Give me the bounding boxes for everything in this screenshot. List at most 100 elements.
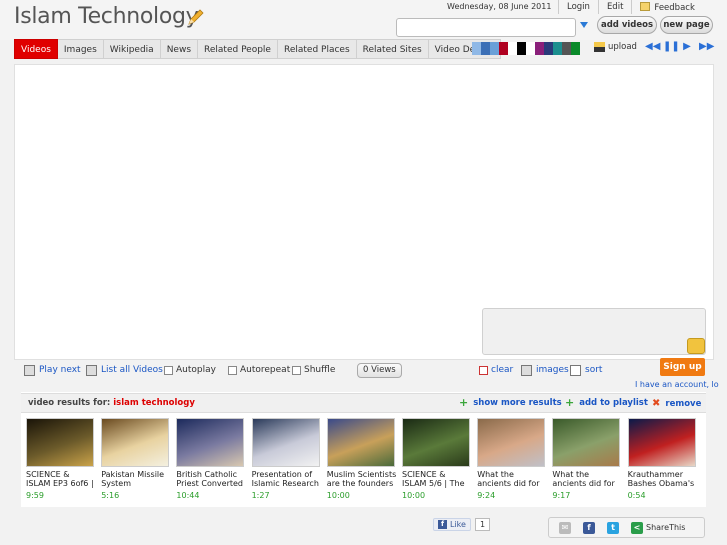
- sort-icon: [570, 364, 581, 376]
- video-title[interactable]: Krauthammer Bashes Obama's: [628, 470, 698, 488]
- tab-videos[interactable]: Videos: [14, 39, 58, 59]
- video-thumbnail[interactable]: [477, 418, 546, 467]
- video-result-item[interactable]: British Catholic Priest Converted 10:44: [176, 418, 246, 500]
- theme-swatch[interactable]: [499, 42, 508, 55]
- video-result-item[interactable]: What the ancients did for 9:24: [477, 418, 547, 500]
- video-thumbnail[interactable]: [101, 418, 170, 467]
- results-label: video results for:: [28, 398, 111, 408]
- video-result-item[interactable]: Pakistan Missile System 5:16: [101, 418, 171, 500]
- video-duration: 9:59: [26, 491, 44, 500]
- video-thumbnail[interactable]: [402, 418, 470, 467]
- theme-swatch[interactable]: [490, 42, 499, 55]
- like-button[interactable]: f Like: [433, 517, 471, 531]
- video-result-item[interactable]: SCIENCE & ISLAM 5/6 | The 10:00: [402, 418, 472, 500]
- rewind-icon[interactable]: ◀◀: [645, 41, 660, 53]
- sharethis-button[interactable]: < ShareThis: [631, 521, 685, 534]
- plus-icon: +: [565, 396, 575, 409]
- theme-swatch[interactable]: [553, 42, 562, 55]
- autorepeat-option[interactable]: Autorepeat: [228, 362, 290, 378]
- video-duration: 9:17: [552, 491, 571, 500]
- video-result-item[interactable]: Krauthammer Bashes Obama's 0:54: [627, 418, 698, 500]
- page: Islam Technology Wednesday, 08 June 2011…: [0, 0, 727, 545]
- video-result-item[interactable]: What the ancients did for 9:17: [552, 418, 622, 500]
- play-icon[interactable]: ▶: [681, 41, 693, 53]
- shuffle-checkbox[interactable]: [292, 365, 301, 375]
- autoplay-checkbox[interactable]: [164, 365, 173, 375]
- video-title[interactable]: British Catholic Priest Converted: [176, 470, 246, 488]
- clear-link[interactable]: clear: [491, 365, 513, 375]
- chat-box[interactable]: [482, 308, 706, 355]
- shuffle-label: Shuffle: [304, 365, 336, 375]
- email-icon[interactable]: ✉: [559, 521, 571, 534]
- add-to-playlist-button[interactable]: + add to playlist: [565, 396, 648, 409]
- sort-link[interactable]: sort: [585, 365, 602, 375]
- login-link[interactable]: Login: [558, 0, 598, 14]
- video-result-item[interactable]: SCIENCE & ISLAM EP3 6of6 | 9:59: [26, 418, 96, 500]
- pencil-icon[interactable]: [186, 9, 204, 27]
- search-dropdown-icon[interactable]: [580, 22, 588, 28]
- list-all-control[interactable]: List all Videos: [86, 362, 163, 378]
- theme-swatch[interactable]: [481, 42, 490, 55]
- theme-swatch[interactable]: [544, 42, 553, 55]
- pause-icon[interactable]: ❚❚: [663, 41, 680, 53]
- theme-swatch[interactable]: [526, 42, 535, 55]
- theme-swatch[interactable]: [535, 42, 544, 55]
- video-title[interactable]: Pakistan Missile System: [101, 470, 171, 488]
- images-link[interactable]: images: [536, 365, 569, 375]
- video-thumbnail[interactable]: [251, 418, 320, 467]
- facebook-share-icon[interactable]: f: [583, 521, 595, 534]
- video-thumbnail[interactable]: [26, 418, 94, 467]
- video-title[interactable]: SCIENCE & ISLAM EP3 6of6 |: [26, 470, 96, 488]
- video-title[interactable]: SCIENCE & ISLAM 5/6 | The: [402, 470, 472, 488]
- fast-forward-icon[interactable]: ▶▶: [699, 41, 714, 53]
- signup-button[interactable]: Sign up: [660, 358, 705, 376]
- tab-related-places[interactable]: Related Places: [277, 39, 357, 59]
- upload-button[interactable]: upload: [594, 42, 637, 52]
- video-result-item[interactable]: Muslim Scientists are the founders 10:00: [326, 418, 397, 500]
- video-thumbnail[interactable]: [552, 418, 621, 467]
- tab-related-sites[interactable]: Related Sites: [356, 39, 429, 59]
- new-page-button[interactable]: new page: [660, 16, 713, 34]
- video-title[interactable]: Muslim Scientists are the founders: [327, 470, 397, 488]
- results-bar: video results for: islam technology + sh…: [21, 393, 706, 413]
- play-next-icon: [24, 364, 35, 376]
- mail-icon[interactable]: [687, 338, 705, 354]
- search-input[interactable]: [396, 18, 576, 37]
- remove-label: remove: [665, 398, 702, 409]
- tab-wikipedia[interactable]: Wikipedia: [103, 39, 161, 59]
- theme-swatch[interactable]: [472, 42, 481, 55]
- show-more-label: show more results: [473, 398, 562, 408]
- images-control[interactable]: images: [521, 362, 569, 378]
- theme-swatch[interactable]: [562, 42, 571, 55]
- have-account-link[interactable]: I have an account, lo: [635, 380, 727, 389]
- video-thumbnail[interactable]: [176, 418, 245, 467]
- play-next-link[interactable]: Play next: [39, 365, 81, 375]
- sort-control[interactable]: sort: [570, 362, 602, 378]
- autoplay-option[interactable]: Autoplay: [164, 362, 216, 378]
- video-title[interactable]: What the ancients did for: [552, 470, 622, 488]
- autorepeat-checkbox[interactable]: [228, 365, 237, 375]
- twitter-icon[interactable]: t: [607, 521, 619, 534]
- video-thumbnail[interactable]: [326, 418, 395, 467]
- theme-swatch[interactable]: [508, 42, 517, 55]
- play-next-control[interactable]: Play next: [24, 362, 81, 378]
- video-title[interactable]: Presentation of Islamic Research: [252, 470, 322, 488]
- tab-related-people[interactable]: Related People: [198, 39, 278, 59]
- add-videos-button[interactable]: add videos: [597, 16, 657, 34]
- show-more-button[interactable]: + show more results: [459, 397, 562, 408]
- edit-link[interactable]: Edit: [597, 0, 631, 14]
- feedback-label: Feedback: [654, 3, 695, 13]
- video-thumbnail[interactable]: [627, 418, 696, 467]
- theme-swatch[interactable]: [517, 42, 526, 55]
- list-all-link[interactable]: List all Videos: [101, 365, 163, 375]
- video-result-item[interactable]: Presentation of Islamic Research 1:27: [251, 418, 322, 500]
- feedback-link[interactable]: Feedback: [631, 0, 702, 14]
- tab-news[interactable]: News: [160, 39, 199, 59]
- remove-button[interactable]: ✖ remove: [652, 398, 701, 409]
- tab-images[interactable]: Images: [57, 39, 104, 59]
- theme-swatch[interactable]: [571, 42, 580, 55]
- site-logo[interactable]: Islam Technology: [14, 4, 199, 29]
- video-title[interactable]: What the ancients did for: [477, 470, 547, 488]
- clear-control[interactable]: clear: [479, 362, 513, 378]
- shuffle-option[interactable]: Shuffle: [292, 362, 335, 378]
